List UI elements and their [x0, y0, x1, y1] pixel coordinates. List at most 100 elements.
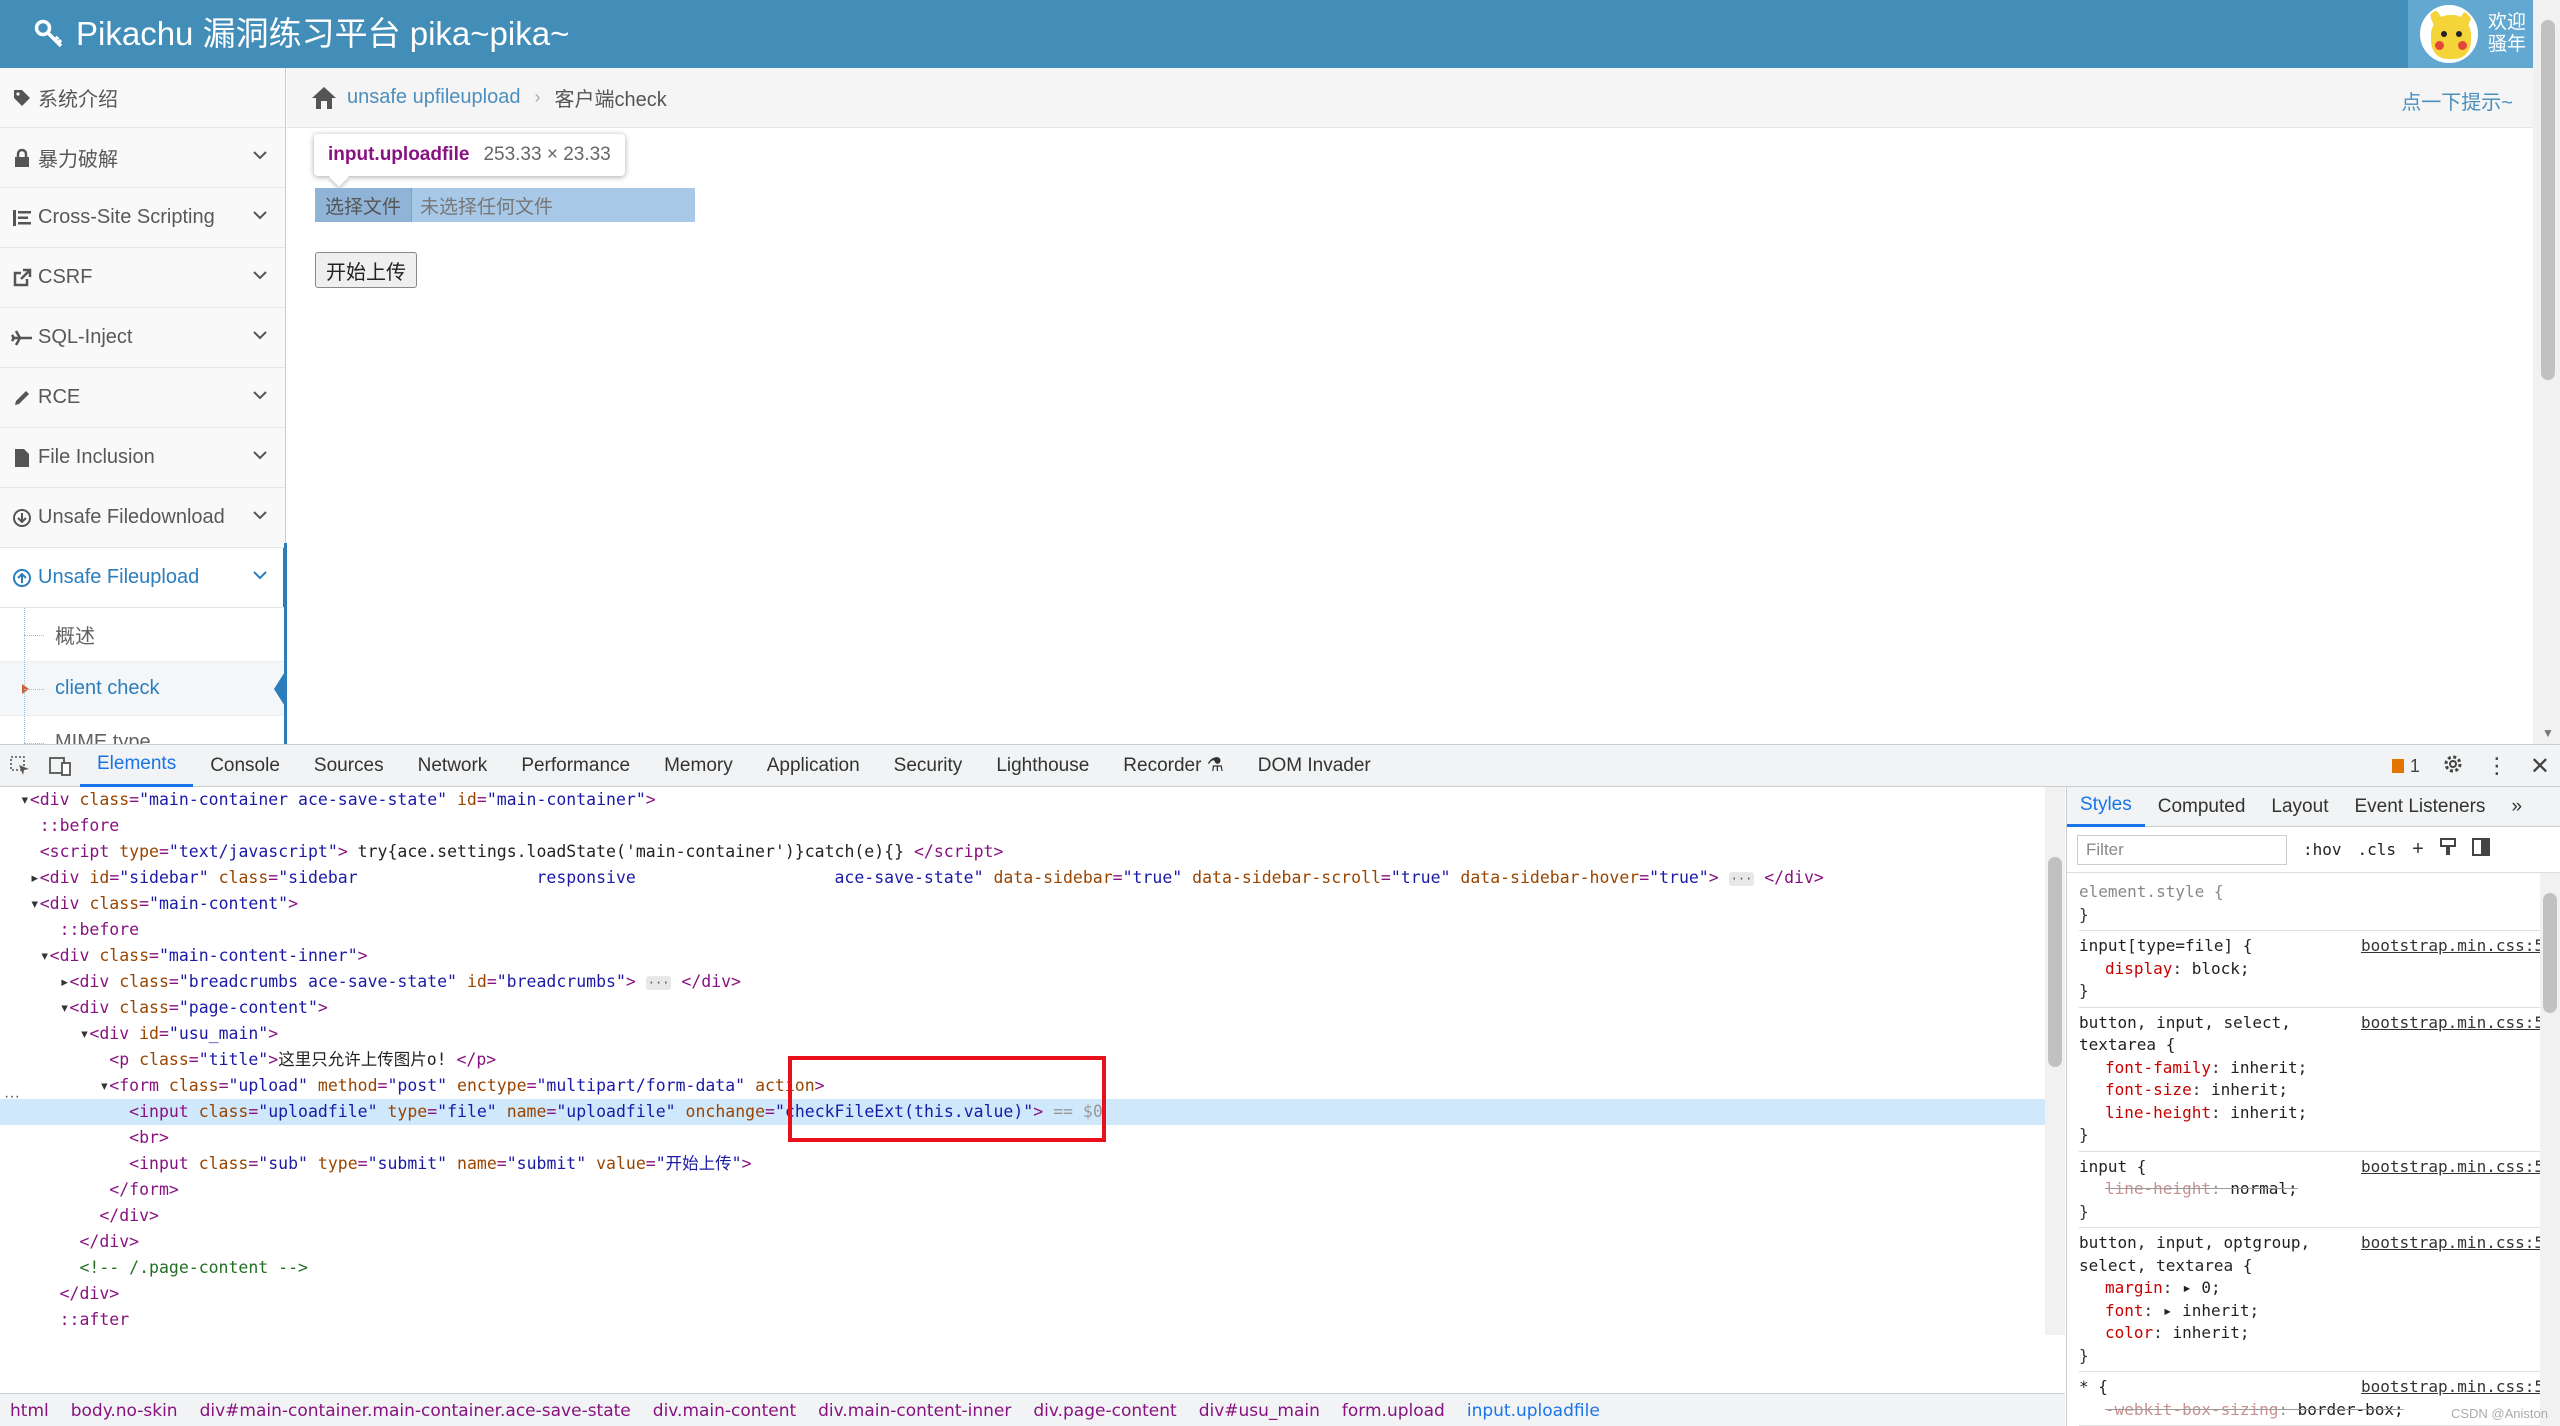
- home-icon[interactable]: [311, 86, 337, 110]
- sidebar-subitem-mime-type[interactable]: MIME type: [0, 716, 285, 744]
- style-rules[interactable]: element.style {} bootstrap.min.css:5 input…: [2067, 873, 2560, 1426]
- style-declaration[interactable]: display: block;: [2079, 958, 2548, 981]
- close-devtools-icon[interactable]: ✕: [2530, 752, 2550, 781]
- row-more-dots[interactable]: ···: [4, 1088, 20, 1106]
- dom-node[interactable]: </form>: [0, 1177, 2045, 1203]
- tab-network[interactable]: Network: [401, 745, 505, 787]
- toggle-sidebar-icon[interactable]: [2471, 838, 2490, 861]
- issues-badge[interactable]: 1: [2391, 756, 2420, 777]
- dom-node[interactable]: ▾<div class="main-container ace-save-sta…: [0, 787, 2045, 813]
- style-rule[interactable]: bootstrap.min.css:5 button, input, select…: [2079, 1008, 2548, 1152]
- style-declaration[interactable]: color: inherit;: [2079, 1322, 2548, 1345]
- tab-recorder[interactable]: Recorder ⚗: [1106, 745, 1240, 787]
- element-crumb[interactable]: div.page-content: [1033, 1401, 1176, 1421]
- element-crumb[interactable]: body.no-skin: [71, 1401, 178, 1421]
- tab-dom-invader[interactable]: DOM Invader: [1241, 745, 1388, 787]
- sidebar-subitem-overview[interactable]: 概述: [0, 608, 285, 662]
- tab-security[interactable]: Security: [877, 745, 980, 787]
- tab-sources[interactable]: Sources: [297, 745, 401, 787]
- style-rule[interactable]: bootstrap.min.css:5 input[type=file] {dis…: [2079, 931, 2548, 1008]
- page-scrollbar[interactable]: ▼: [2533, 0, 2560, 744]
- element-crumb[interactable]: html: [10, 1401, 49, 1421]
- page-scrollbar-thumb[interactable]: [2541, 20, 2555, 380]
- device-toolbar-icon[interactable]: [40, 745, 80, 787]
- tab-lighthouse[interactable]: Lighthouse: [979, 745, 1106, 787]
- hov-toggle[interactable]: :hov: [2303, 840, 2342, 859]
- dom-node[interactable]: <!-- /.page-content -->: [0, 1255, 2045, 1281]
- sidebar-item-bruteforce[interactable]: 暴力破解: [0, 128, 285, 188]
- style-rule-source-link[interactable]: bootstrap.min.css:5: [2361, 935, 2544, 958]
- style-rule-source-link[interactable]: bootstrap.min.css:5: [2361, 1376, 2544, 1399]
- add-rule-icon[interactable]: +: [2412, 838, 2424, 861]
- tab-computed[interactable]: Computed: [2145, 787, 2259, 827]
- dom-node[interactable]: ::after: [0, 1307, 2045, 1333]
- sidebar-item-sqli[interactable]: SQL-Inject: [0, 308, 285, 368]
- inspect-element-icon[interactable]: [0, 745, 40, 787]
- style-rule[interactable]: bootstrap.min.css:5 input {line-height: n…: [2079, 1152, 2548, 1228]
- sidebar-subitem-client-check[interactable]: client check: [0, 662, 285, 716]
- dom-node[interactable]: ::before: [0, 917, 2045, 943]
- sidebar-item-rce[interactable]: RCE: [0, 368, 285, 428]
- breadcrumb-link[interactable]: unsafe upfileupload: [347, 86, 520, 109]
- choose-file-button[interactable]: 选择文件: [315, 188, 413, 222]
- element-crumb[interactable]: div.main-content-inner: [818, 1401, 1011, 1421]
- element-crumb[interactable]: input.uploadfile: [1467, 1401, 1600, 1421]
- tab-elements[interactable]: Elements: [80, 745, 194, 787]
- styles-filter-input[interactable]: Filter: [2077, 834, 2287, 865]
- dom-node[interactable]: </div>: [0, 1229, 2045, 1255]
- style-rule[interactable]: bootstrap.min.css:5 button, input, optgro…: [2079, 1228, 2548, 1372]
- cls-toggle[interactable]: .cls: [2358, 840, 2397, 859]
- dom-node[interactable]: </div>: [0, 1281, 2045, 1307]
- tab-event-listeners[interactable]: Event Listeners: [2341, 787, 2498, 827]
- dom-node[interactable]: <script type="text/javascript"> try{ace.…: [0, 839, 2045, 865]
- sidebar-item-fileupload[interactable]: Unsafe Fileupload: [0, 548, 285, 608]
- brand[interactable]: Pikachu 漏洞练习平台 pika~pika~: [34, 12, 569, 56]
- style-rule-source-link[interactable]: bootstrap.min.css:5: [2361, 1232, 2544, 1255]
- style-rule[interactable]: element.style {}: [2079, 877, 2548, 931]
- style-declaration[interactable]: line-height: inherit;: [2079, 1102, 2548, 1125]
- dom-node[interactable]: ▾<div class="main-content-inner">: [0, 943, 2045, 969]
- style-rule-source-link[interactable]: bootstrap.min.css:5: [2361, 1012, 2544, 1035]
- sidebar-item-xss[interactable]: Cross-Site Scripting: [0, 188, 285, 248]
- tab-application[interactable]: Application: [750, 745, 877, 787]
- dom-node[interactable]: ▾<div id="usu_main">: [0, 1021, 2045, 1047]
- dom-node[interactable]: ▾<div class="main-content">: [0, 891, 2045, 917]
- more-options-icon[interactable]: ⋮: [2486, 753, 2508, 779]
- tab-console[interactable]: Console: [193, 745, 297, 787]
- tab-layout[interactable]: Layout: [2258, 787, 2341, 827]
- dom-node[interactable]: <input class="sub" type="submit" name="s…: [0, 1151, 2045, 1177]
- dom-tree-scrollbar-thumb[interactable]: [2048, 857, 2062, 1067]
- dom-node[interactable]: ▸<div class="breadcrumbs ace-save-state"…: [0, 969, 2045, 995]
- style-declaration[interactable]: font-family: inherit;: [2079, 1057, 2548, 1080]
- dom-node[interactable]: ▸<div id="sidebar" class="sidebar respon…: [0, 865, 2045, 891]
- dom-node[interactable]: ::before: [0, 813, 2045, 839]
- styles-scrollbar[interactable]: [2540, 873, 2560, 1426]
- tab-memory[interactable]: Memory: [647, 745, 750, 787]
- more-tabs-icon[interactable]: »: [2498, 787, 2535, 827]
- element-crumb[interactable]: form.upload: [1342, 1401, 1445, 1421]
- style-rule-source-link[interactable]: bootstrap.min.css:5: [2361, 1156, 2544, 1179]
- hint-link[interactable]: 点一下提示~: [2401, 86, 2513, 115]
- tab-performance[interactable]: Performance: [504, 745, 647, 787]
- tab-styles[interactable]: Styles: [2067, 787, 2145, 827]
- paint-brush-icon[interactable]: [2439, 838, 2456, 861]
- dom-node[interactable]: </div>: [0, 1203, 2045, 1229]
- element-crumb[interactable]: div#usu_main: [1199, 1401, 1320, 1421]
- style-declaration[interactable]: margin: ▸ 0;: [2079, 1277, 2548, 1300]
- style-declaration[interactable]: font-size: inherit;: [2079, 1079, 2548, 1102]
- element-crumb[interactable]: div#main-container.main-container.ace-sa…: [200, 1401, 631, 1421]
- dom-node[interactable]: </div>: [0, 1333, 2045, 1335]
- scroll-down-arrow-icon[interactable]: ▼: [2542, 726, 2554, 740]
- styles-scrollbar-thumb[interactable]: [2543, 893, 2557, 1013]
- style-declaration[interactable]: font: ▸ inherit;: [2079, 1300, 2548, 1323]
- dom-node[interactable]: ▾<div class="page-content">: [0, 995, 2045, 1021]
- upload-submit-button[interactable]: 开始上传: [315, 252, 417, 288]
- sidebar-item-file-inclusion[interactable]: File Inclusion: [0, 428, 285, 488]
- style-declaration[interactable]: line-height: normal;: [2079, 1178, 2548, 1201]
- dom-tree-scrollbar[interactable]: [2045, 787, 2065, 1335]
- settings-gear-icon[interactable]: [2442, 753, 2464, 780]
- element-crumb[interactable]: div.main-content: [653, 1401, 796, 1421]
- sidebar-item-intro[interactable]: 系统介绍: [0, 68, 285, 128]
- file-upload-input[interactable]: 选择文件 未选择任何文件: [315, 188, 695, 222]
- sidebar-item-csrf[interactable]: CSRF: [0, 248, 285, 308]
